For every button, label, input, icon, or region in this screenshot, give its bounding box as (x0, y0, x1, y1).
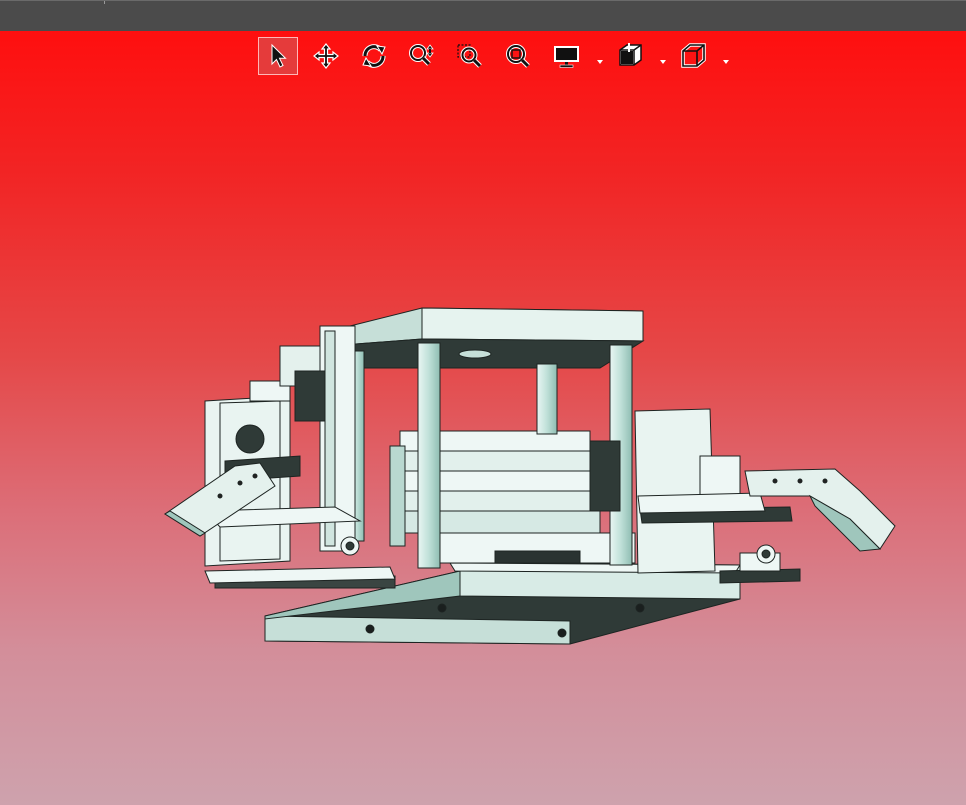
zoom-window-tool-button[interactable] (450, 37, 490, 75)
zoom-window-icon (457, 44, 482, 68)
titlebar-divider (104, 1, 105, 4)
caret-down-icon (723, 60, 729, 64)
select-tool-button[interactable] (258, 37, 298, 75)
monitor-icon (554, 46, 579, 68)
display-mode-dropdown[interactable] (595, 53, 605, 64)
zoom-fit-icon (506, 44, 530, 68)
pan-tool-button[interactable] (306, 37, 346, 75)
view-orientation-button[interactable] (673, 37, 713, 75)
caret-down-icon (660, 60, 666, 64)
section-view-dropdown[interactable] (658, 53, 668, 64)
zoom-updown-icon (409, 44, 434, 66)
view-orientation-dropdown[interactable] (721, 53, 731, 64)
display-mode-button[interactable] (547, 37, 587, 75)
cube-icon (681, 43, 706, 68)
rotate-tool-button[interactable] (354, 37, 394, 75)
window-titlebar (0, 0, 966, 31)
move-arrows-icon (313, 43, 339, 69)
section-box-icon (619, 43, 642, 66)
caret-down-icon (597, 60, 603, 64)
zoom-tool-button[interactable] (402, 37, 442, 75)
arrow-cursor-icon (271, 43, 287, 68)
view-toolbar (255, 34, 740, 78)
zoom-fit-tool-button[interactable] (498, 37, 538, 75)
3d-viewport[interactable] (0, 31, 966, 805)
cad-assembly-model[interactable] (160, 271, 900, 661)
section-view-button[interactable] (610, 37, 650, 75)
rotate-icon (362, 44, 386, 68)
